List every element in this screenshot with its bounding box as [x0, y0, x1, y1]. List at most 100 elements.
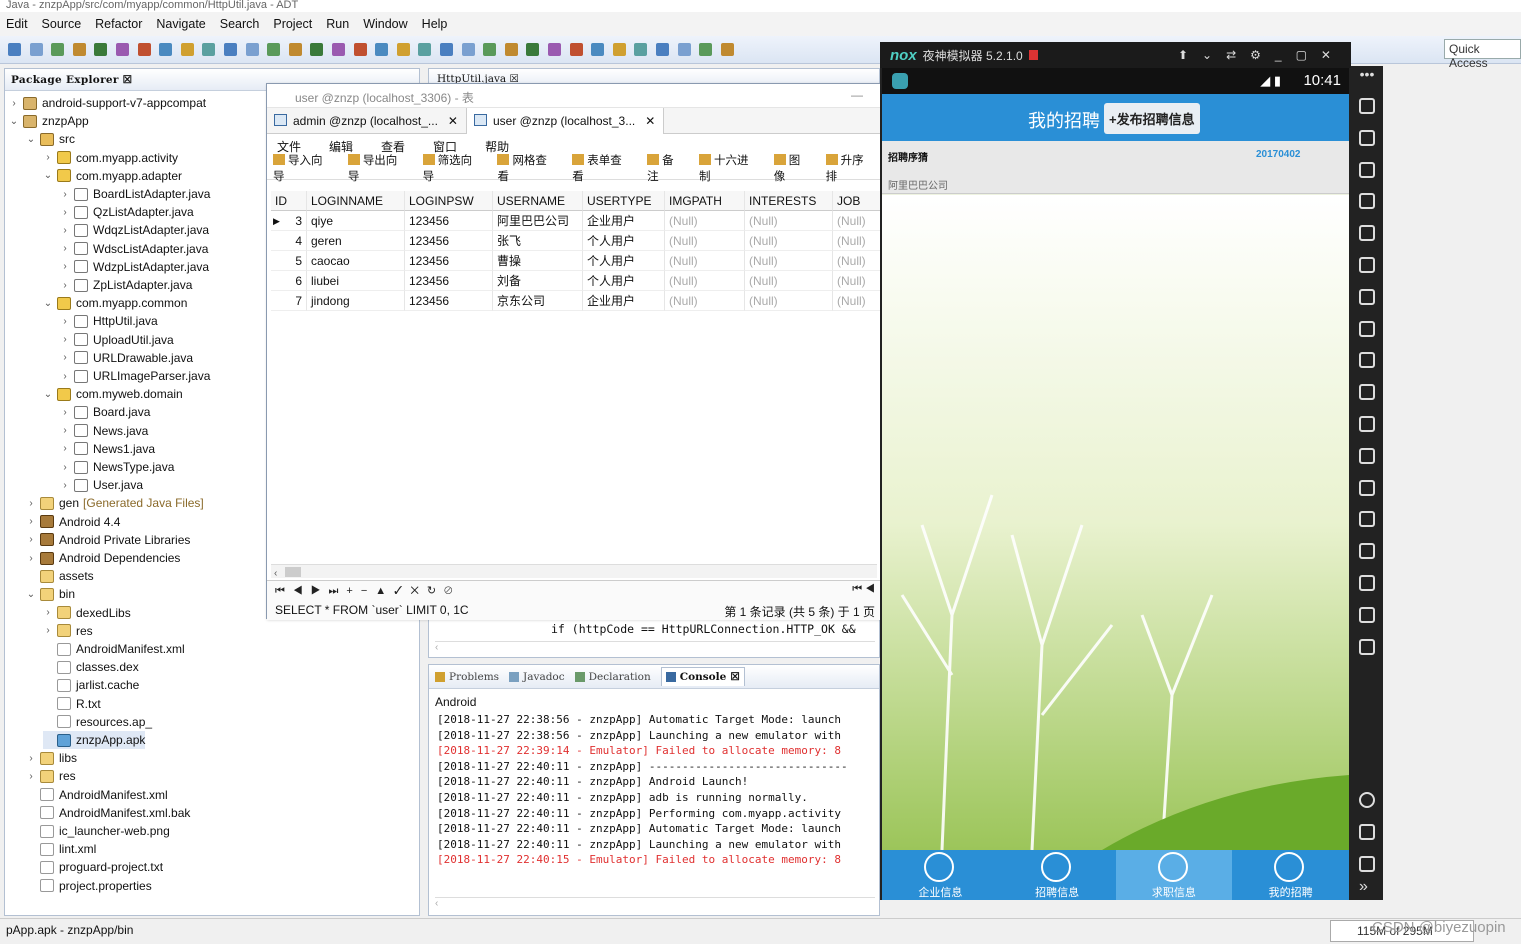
- toolbar-button-icon[interactable]: [375, 43, 389, 56]
- toolbar-button-icon[interactable]: [8, 43, 21, 56]
- toolbar-button-icon[interactable]: [461, 43, 475, 56]
- table-cell[interactable]: (Null): [665, 291, 745, 311]
- table-cell[interactable]: 123456: [405, 291, 493, 311]
- expand-icon[interactable]: ›: [60, 407, 70, 418]
- menu-project[interactable]: Project: [273, 17, 312, 31]
- toolbar-button-icon[interactable]: [418, 43, 432, 56]
- emulator-window-controls[interactable]: ⬆⌄⇄⚙_▢✕: [1178, 48, 1351, 62]
- expand-icon[interactable]: ›: [60, 443, 70, 454]
- toolbar-button-icon[interactable]: [245, 43, 259, 56]
- table-cell[interactable]: 企业用户: [583, 211, 665, 231]
- toolbar-button-icon[interactable]: [51, 43, 65, 56]
- tab-console[interactable]: Console ☒: [660, 667, 745, 686]
- db-menu-item[interactable]: 窗口: [433, 138, 457, 154]
- toolbar-button-icon[interactable]: [634, 43, 648, 56]
- tree-item[interactable]: ⌄ src: [26, 130, 75, 148]
- table-row[interactable]: 7 jindong 123456 京东公司 企业用户 (Null) (Null) (Null): [271, 291, 883, 311]
- table-cell[interactable]: 123456: [405, 211, 493, 231]
- table-cell[interactable]: (Null): [745, 271, 833, 291]
- macro-icon[interactable]: [1359, 416, 1375, 432]
- tree-item[interactable]: AndroidManifest.xml: [43, 640, 185, 658]
- table-cell[interactable]: liubei: [307, 271, 405, 291]
- expand-icon[interactable]: ›: [60, 280, 70, 291]
- tree-item[interactable]: › res: [43, 622, 92, 640]
- menu-navigate[interactable]: Navigate: [156, 17, 205, 31]
- table-cell[interactable]: 个人用户: [583, 251, 665, 271]
- table-cell[interactable]: 123456: [405, 271, 493, 291]
- recorder-icon[interactable]: [1359, 447, 1375, 464]
- expand-sidebar-icon[interactable]: »: [1359, 878, 1368, 896]
- tree-item[interactable]: project.properties: [26, 877, 152, 895]
- table-cell[interactable]: 刘备: [493, 271, 583, 291]
- close-icon[interactable]: ✕: [645, 114, 655, 128]
- expand-icon[interactable]: ›: [60, 207, 70, 218]
- tree-item[interactable]: › News1.java: [60, 440, 155, 458]
- toolbar-button-icon[interactable]: [569, 43, 583, 56]
- toolbar-button-icon[interactable]: [720, 43, 734, 56]
- expand-icon[interactable]: ›: [43, 152, 53, 163]
- expand-icon[interactable]: ›: [60, 334, 70, 345]
- db-menu-item[interactable]: 文件: [277, 138, 301, 154]
- editor-hscroll[interactable]: ‹: [435, 641, 875, 655]
- menu-run[interactable]: Run: [326, 17, 349, 31]
- toolbar-button-icon[interactable]: [267, 43, 281, 56]
- toolbar-button-icon[interactable]: [504, 43, 518, 56]
- collapse-icon[interactable]: ⌄: [43, 389, 53, 400]
- tree-item[interactable]: ic_launcher-web.png: [26, 822, 170, 840]
- screen-icon[interactable]: [1359, 225, 1375, 242]
- grid-hscroll[interactable]: ‹: [271, 564, 877, 579]
- tree-item[interactable]: proguard-project.txt: [26, 858, 163, 876]
- close-icon[interactable]: ✕: [448, 114, 458, 128]
- tree-item[interactable]: classes.dex: [43, 658, 139, 676]
- tree-item[interactable]: › UploadUtil.java: [60, 331, 173, 349]
- console-hscroll[interactable]: ‹: [435, 897, 875, 911]
- volume-down-icon[interactable]: [1359, 320, 1375, 337]
- table-cell[interactable]: 个人用户: [583, 271, 665, 291]
- table-cell[interactable]: (Null): [833, 291, 883, 311]
- volume-up-icon[interactable]: [1359, 288, 1375, 305]
- tree-item[interactable]: › Android 4.4: [26, 513, 120, 531]
- menu-refactor[interactable]: Refactor: [95, 17, 142, 31]
- back-icon[interactable]: [1359, 792, 1375, 808]
- expand-icon[interactable]: ›: [60, 189, 70, 200]
- tree-item[interactable]: › URLImageParser.java: [60, 367, 210, 385]
- tree-item[interactable]: › Android Private Libraries: [26, 531, 190, 549]
- table-row[interactable]: 6 liubei 123456 刘备 个人用户 (Null) (Null) (Null): [271, 271, 883, 291]
- tree-item[interactable]: › URLDrawable.java: [60, 349, 193, 367]
- table-cell[interactable]: 123456: [405, 231, 493, 251]
- column-header[interactable]: LOGINPSW: [405, 191, 493, 211]
- expand-icon[interactable]: ›: [26, 553, 36, 564]
- tree-item[interactable]: › Board.java: [60, 403, 150, 421]
- expand-icon[interactable]: ›: [60, 261, 70, 272]
- scissors-icon[interactable]: [1359, 161, 1375, 178]
- toolbar-button-icon[interactable]: [612, 43, 626, 56]
- db-tool-button[interactable]: 筛选向导: [423, 152, 484, 184]
- tree-item[interactable]: AndroidManifest.xml.bak: [26, 804, 190, 822]
- toolbar-button-icon[interactable]: [396, 43, 410, 56]
- table-cell[interactable]: (Null): [665, 231, 745, 251]
- close-icon[interactable]: ☒: [730, 671, 739, 683]
- table-cell[interactable]: (Null): [833, 271, 883, 291]
- toolbar-button-icon[interactable]: [288, 43, 302, 56]
- collapse-icon[interactable]: ⌄: [26, 134, 36, 145]
- keyboard-icon[interactable]: [1359, 129, 1375, 146]
- table-cell[interactable]: 阿里巴巴公司: [493, 211, 583, 231]
- db-tool-button[interactable]: 网格查看: [497, 152, 558, 184]
- apk-icon[interactable]: [1359, 352, 1375, 369]
- table-cell[interactable]: 4: [271, 231, 307, 251]
- column-header[interactable]: ID: [271, 191, 307, 211]
- toolbar-button-icon[interactable]: [202, 43, 216, 56]
- expand-icon[interactable]: ›: [9, 98, 19, 109]
- tab-javadoc[interactable]: Javadoc: [509, 671, 565, 683]
- publish-job-button[interactable]: +发布招聘信息: [1104, 103, 1200, 134]
- db-minimize-button[interactable]: —: [851, 88, 863, 102]
- tab-declaration[interactable]: Declaration: [574, 671, 651, 683]
- tree-item[interactable]: lint.xml: [26, 840, 96, 858]
- db-menu-item[interactable]: 编辑: [329, 138, 353, 154]
- toolbar-button-icon[interactable]: [656, 43, 669, 56]
- tree-item[interactable]: › res: [26, 767, 75, 785]
- tree-item[interactable]: ⌄ bin: [26, 585, 75, 603]
- tree-item[interactable]: › libs: [26, 749, 77, 767]
- tree-item[interactable]: › User.java: [60, 476, 143, 494]
- collapse-icon[interactable]: ⌄: [26, 589, 36, 600]
